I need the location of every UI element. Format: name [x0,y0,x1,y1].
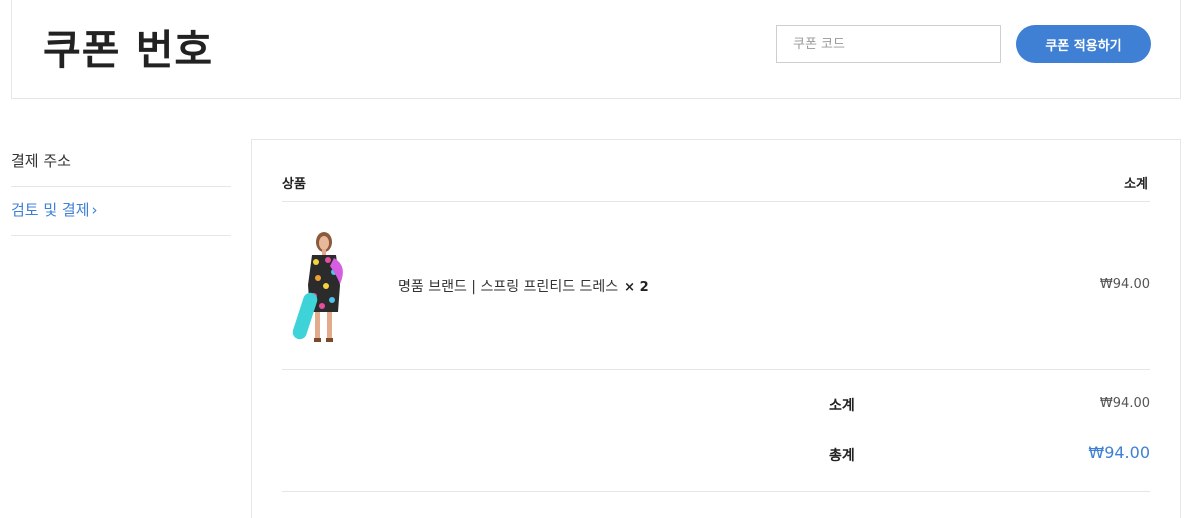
chevron-right-icon: › [91,201,98,219]
product-name: 명품 브랜드 | 스프링 프린티드 드레스 × 2 [398,276,649,296]
total-value: ₩94.00 [1088,443,1150,462]
order-totals: 소계 ₩94.00 총계 ₩94.00 [282,370,1150,492]
order-item-row: 명품 브랜드 | 스프링 프린티드 드레스 × 2 ₩94.00 [282,202,1150,370]
subtotal-label: 소계 [829,398,855,414]
checkout-steps: 결제 주소 검토 및 결제 › [11,138,231,236]
product-name-text: 명품 브랜드 | 스프링 프린티드 드레스 [398,279,619,295]
apply-coupon-button[interactable]: 쿠폰 적용하기 [1016,25,1151,63]
product-line-price: ₩94.00 [1099,277,1150,292]
coupon-section: 쿠폰 번호 쿠폰 적용하기 [11,0,1181,99]
column-header-subtotal: 소계 [1124,177,1148,192]
step-label: 결제 주소 [11,152,71,170]
step-review-payment[interactable]: 검토 및 결제 › [11,187,231,236]
order-review-panel: 상품 소계 명품 브랜드 | 스프링 프린티드 드레스 × 2 ₩94.00 소… [251,139,1181,518]
product-thumbnail[interactable] [290,230,356,344]
coupon-title: 쿠폰 번호 [43,26,214,74]
order-table-header: 상품 소계 [282,173,1150,202]
coupon-code-input[interactable] [776,25,1001,63]
step-label: 검토 및 결제 [11,201,90,219]
subtotal-value: ₩94.00 [1099,396,1150,411]
product-quantity: × 2 [624,280,649,295]
total-label: 총계 [829,448,855,464]
column-header-product: 상품 [282,177,306,192]
step-billing-address[interactable]: 결제 주소 [11,138,231,187]
